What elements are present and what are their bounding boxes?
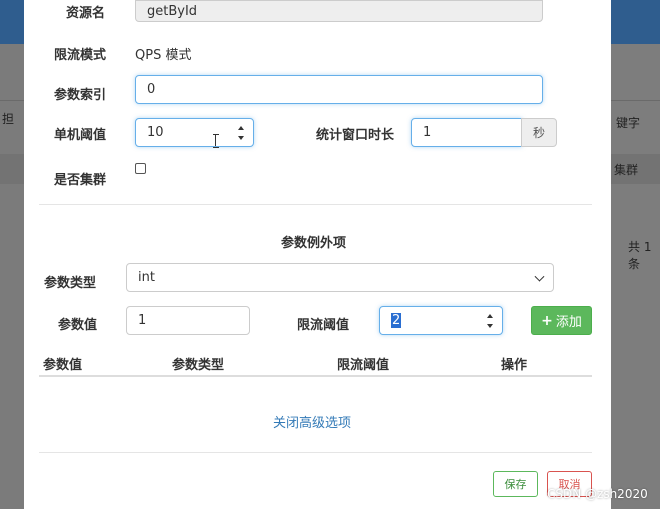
watermark: CSDN @zsh2020 [547,487,648,501]
chevron-down-icon [534,271,545,282]
background-total-count: 共 1 条 [628,240,652,271]
background-left-band [0,154,24,184]
background-text: 担 [2,112,15,126]
table-header-param-value: 参数值 [43,358,83,373]
param-type-select[interactable]: int [126,263,554,292]
param-value-input[interactable]: 1 [126,306,250,335]
background-divider [611,100,660,101]
param-type-value: int [138,270,155,285]
stat-window-unit: 秒 [521,118,557,147]
background-column-header: 集群 [614,163,639,177]
param-flow-rule-dialog: 资源名 getById 限流模式 QPS 模式 参数索引 0 单机阈值 10 统… [24,0,611,509]
add-exception-button[interactable]: + 添加 [531,306,592,335]
table-header-limit-threshold: 限流阈值 [337,358,390,373]
limit-threshold-label: 限流阈值 [297,318,350,333]
param-index-input[interactable]: 0 [135,75,543,104]
stat-window-label: 统计窗口时长 [316,128,395,143]
limit-threshold-input[interactable]: 2 [379,306,503,335]
close-advanced-options-link[interactable]: 关闭高级选项 [273,412,351,431]
background-search-hint: 键字 [616,116,641,130]
save-button[interactable]: 保存 [493,471,538,497]
threshold-value: 10 [147,125,164,140]
resource-name-value: getById [147,3,198,19]
threshold-label: 单机阈值 [54,128,107,143]
limit-threshold-stepper[interactable] [486,313,494,328]
threshold-stepper[interactable] [237,125,245,140]
param-value-label: 参数值 [58,318,98,333]
param-index-value: 0 [147,82,156,97]
resource-name-field: getById [135,0,543,22]
table-header-param-type: 参数类型 [172,358,225,373]
exceptions-section-title: 参数例外项 [281,236,347,251]
flow-mode-label: 限流模式 [54,48,107,63]
param-type-label: 参数类型 [44,276,97,291]
table-header-actions: 操作 [501,358,528,373]
limit-threshold-value: 2 [391,313,402,328]
cluster-checkbox[interactable] [135,163,146,174]
stepper-down-icon[interactable] [487,323,493,328]
stat-window-input[interactable]: 1 [411,118,522,147]
threshold-input[interactable]: 10 [135,118,254,147]
add-exception-label: 添加 [555,315,582,330]
param-value-value: 1 [138,313,147,328]
flow-mode-value: QPS 模式 [135,48,192,63]
text-cursor-icon [213,134,219,148]
plus-icon: + [541,312,553,329]
cluster-label: 是否集群 [54,173,107,188]
resource-name-label: 资源名 [66,6,106,21]
stepper-up-icon[interactable] [487,313,493,318]
background-divider [0,100,24,101]
stepper-up-icon[interactable] [238,125,244,130]
table-header-line [39,375,592,377]
stepper-down-icon[interactable] [238,135,244,140]
stat-window-value: 1 [423,125,432,140]
footer-divider [39,452,592,453]
section-divider [39,204,592,205]
param-index-label: 参数索引 [54,88,107,103]
